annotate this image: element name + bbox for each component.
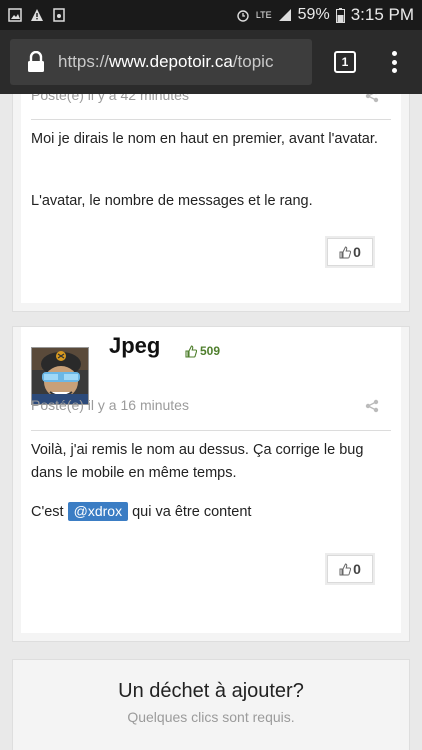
post-body-paragraph: Moi je dirais le nom en haut en premier,… [31, 131, 378, 147]
like-count: 0 [353, 244, 361, 260]
notification-icon [53, 8, 65, 22]
clock: 3:15 PM [350, 5, 414, 24]
tab-switcher-button[interactable]: 1 [334, 51, 356, 73]
add-content-panel[interactable]: Un déchet à ajouter? Quelques clics sont… [12, 659, 410, 750]
like-count: 0 [353, 561, 361, 577]
post-divider [31, 430, 391, 431]
thumbs-up-icon [339, 562, 352, 575]
post-card: Jpeg 509 Posté(e) il y a 16 minutes Voil… [12, 326, 410, 642]
like-button[interactable]: 0 [327, 555, 373, 583]
lock-icon [28, 51, 44, 72]
status-bar: LTE 59% 3:15 PM [0, 0, 422, 30]
page-content: Posté(e) il y a 42 minutes Moi je dirais… [0, 94, 422, 750]
post-card: Posté(e) il y a 42 minutes Moi je dirais… [12, 94, 410, 312]
warning-icon [31, 9, 43, 21]
url-text: https://www.depotoir.ca/topic [58, 52, 274, 71]
reputation-badge: 509 [185, 344, 220, 358]
gallery-icon [8, 8, 22, 22]
post-author[interactable]: Jpeg [109, 333, 160, 359]
thumbs-up-icon [339, 245, 352, 258]
post-body-paragraph: Voilà, j'ai remis le nom au dessus. Ça c… [31, 442, 364, 481]
post-meta: Posté(e) il y a 16 minutes [31, 397, 189, 413]
battery-percent: 59% [297, 6, 330, 23]
post-meta: Posté(e) il y a 42 minutes [31, 94, 189, 103]
like-button[interactable]: 0 [327, 238, 373, 266]
browser-toolbar: https://www.depotoir.ca/topic 1 [0, 30, 422, 94]
post-divider [31, 119, 391, 120]
address-bar[interactable]: https://www.depotoir.ca/topic [10, 39, 312, 85]
post-body-paragraph: C'est @xdrox qui va être content [31, 502, 252, 521]
share-icon[interactable] [365, 399, 379, 413]
signal-icon [278, 9, 291, 21]
user-mention-link[interactable]: @xdrox [67, 502, 129, 521]
panel-subtitle: Quelques clics sont requis. [127, 709, 295, 725]
network-type: LTE [255, 9, 272, 20]
battery-icon [335, 7, 345, 23]
panel-title: Un déchet à ajouter? [118, 680, 304, 702]
thumbs-up-icon [185, 344, 197, 358]
share-icon[interactable] [365, 94, 379, 103]
overflow-menu-button[interactable] [386, 48, 402, 76]
reputation-count: 509 [200, 344, 221, 358]
alarm-icon [237, 10, 249, 22]
post-body-paragraph: L'avatar, le nombre de messages et le ra… [31, 193, 313, 209]
